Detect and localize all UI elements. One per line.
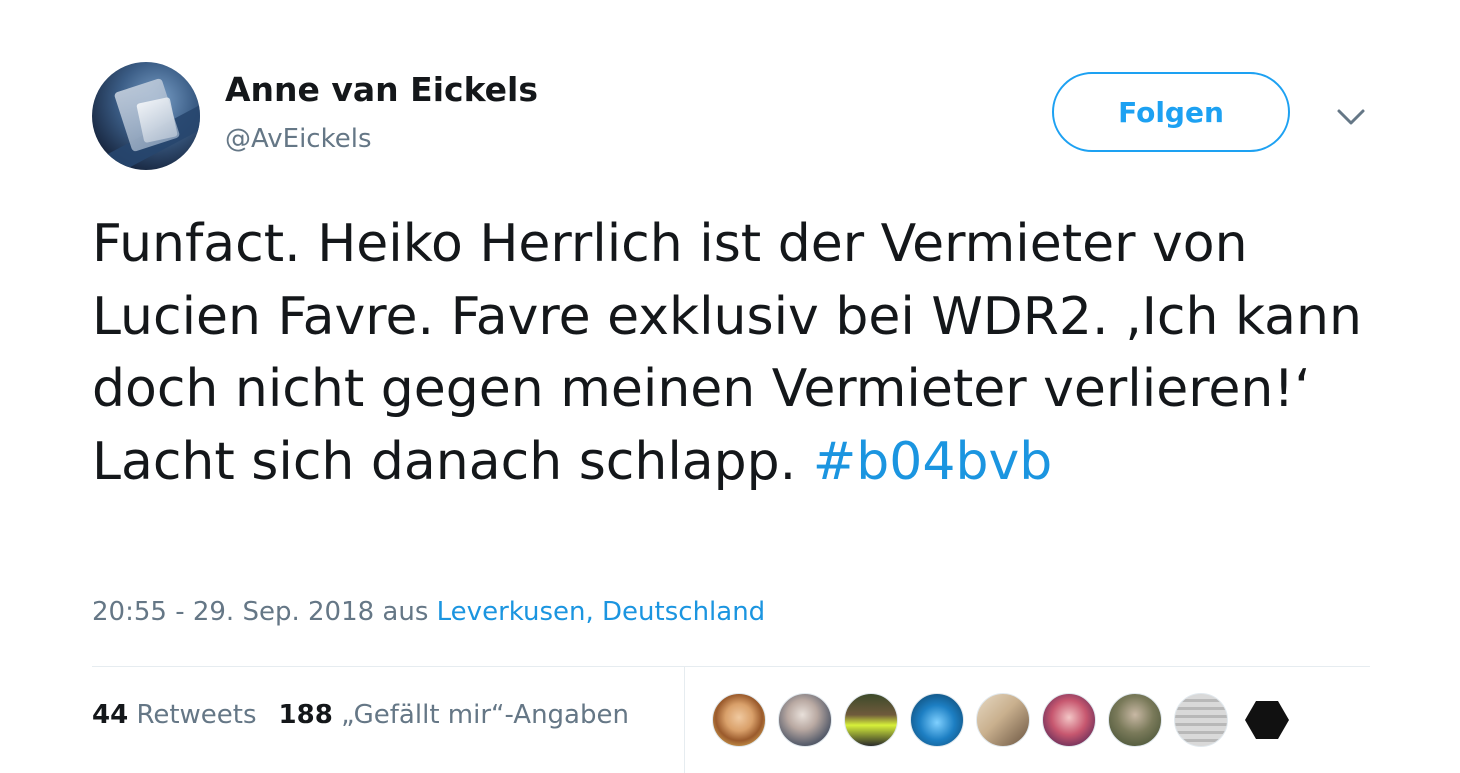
author-avatar[interactable] [92,62,200,170]
liker-avatar-3[interactable] [844,693,898,747]
tweet-timestamp[interactable]: 20:55 - 29. Sep. 2018 [92,597,374,627]
location-link[interactable]: Leverkusen, Deutschland [437,597,766,627]
follow-button[interactable]: Folgen [1052,72,1290,152]
liker-avatar-4[interactable] [910,693,964,747]
chevron-down-icon[interactable] [1334,104,1368,130]
likes-stat[interactable]: 188 „Gefällt mir“-Angaben [279,700,629,730]
liker-avatar-5[interactable] [976,693,1030,747]
likes-count: 188 [278,700,333,730]
tweet-stats: 44 Retweets 188 „Gefällt mir“-Angaben [92,700,629,730]
author-handle[interactable]: @AvEickels [225,124,372,154]
tweet-text: Funfact. Heiko Herrlich ist der Vermiete… [92,208,1382,498]
retweets-label: Retweets [136,700,257,730]
author-display-name[interactable]: Anne van Eickels [225,70,538,109]
hashtag-link[interactable]: #b04bvb [813,432,1053,492]
liker-avatar-8[interactable] [1174,693,1228,747]
liker-avatar-2[interactable] [778,693,832,747]
tweet-metadata: 20:55 - 29. Sep. 2018 aus Leverkusen, De… [92,597,765,627]
liker-avatar-6[interactable] [1042,693,1096,747]
stats-divider [684,667,685,773]
divider [92,666,1370,667]
liker-avatar-7[interactable] [1108,693,1162,747]
retweets-stat[interactable]: 44 Retweets [92,700,257,730]
tweet-body: Funfact. Heiko Herrlich ist der Vermiete… [92,214,1362,492]
likes-label: „Gefällt mir“-Angaben [341,700,629,730]
liker-avatar-1[interactable] [712,693,766,747]
liker-avatar-9[interactable] [1240,693,1294,747]
retweets-count: 44 [92,700,129,730]
from-label: aus [382,597,429,627]
